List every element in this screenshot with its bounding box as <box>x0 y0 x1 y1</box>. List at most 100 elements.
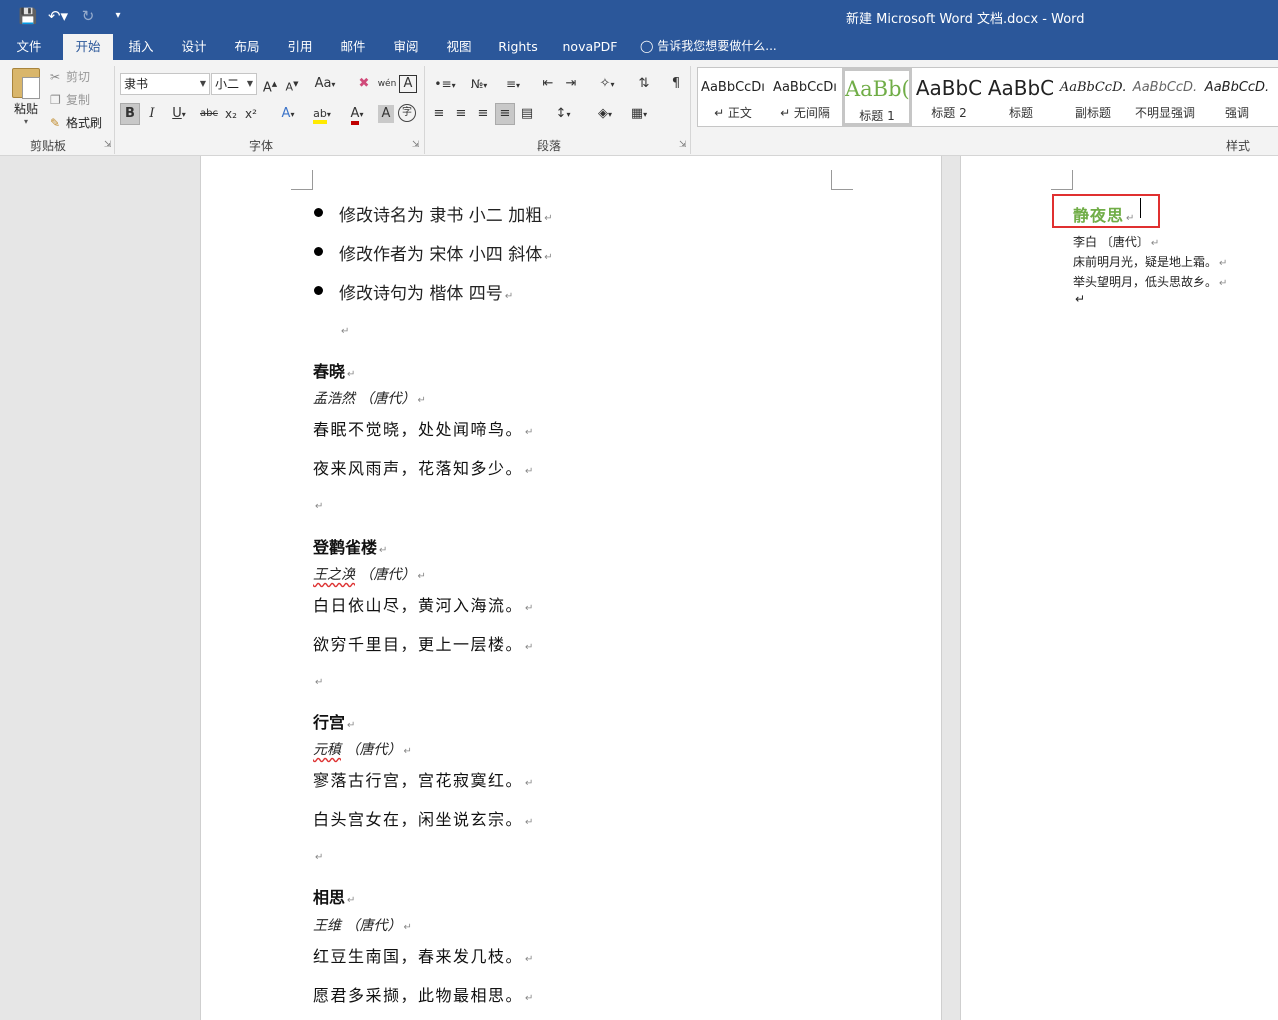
format-painter-button[interactable]: ✎ 格式刷 <box>50 114 102 131</box>
style-heading-1[interactable]: AaBb( 标题 1 <box>842 68 912 126</box>
font-size-combo[interactable]: 小二 ▼ <box>211 73 257 95</box>
clipboard-launcher-icon[interactable]: ⇲ <box>104 140 112 150</box>
bullets-icon[interactable]: •≡▾ <box>430 73 460 95</box>
tab-design[interactable]: 设计 <box>169 34 219 60</box>
char-shading-button[interactable]: A <box>378 105 394 123</box>
poem-verse[interactable]: 床前明月光，疑是地上霜。 ↵ <box>1073 253 1227 270</box>
style-emphasis[interactable]: AaBbCcD. 强调 <box>1202 68 1272 126</box>
show-marks-icon[interactable]: ¶ <box>668 73 684 95</box>
increase-indent-icon[interactable]: ⇥ <box>561 73 581 95</box>
cut-button[interactable]: ✂ 剪切 <box>50 68 90 85</box>
tab-layout[interactable]: 布局 <box>222 34 272 60</box>
tab-view[interactable]: 视图 <box>434 34 484 60</box>
page-2[interactable]: 静夜思 ↵ 李白 〔唐代〕 ↵ 床前明月光，疑是地上霜。 ↵ 举头望明月，低头思故乡。… <box>960 156 1278 1020</box>
paragraph-launcher-icon[interactable]: ⇲ <box>679 140 687 150</box>
customize-icon[interactable]: ▾ <box>106 5 130 27</box>
poem-author[interactable]: 李白 〔唐代〕 ↵ <box>1073 233 1159 250</box>
strikethrough-button[interactable]: abc <box>198 103 220 125</box>
poem-title[interactable]: 行宫 ↵ <box>313 709 355 733</box>
numbering-icon[interactable]: №▾ <box>464 73 494 95</box>
multilevel-list-icon[interactable]: ≡▾ <box>498 73 528 95</box>
poem-author[interactable]: 王维 （唐代） ↵ <box>313 915 412 935</box>
decrease-indent-icon[interactable]: ⇤ <box>538 73 558 95</box>
bold-button[interactable]: B <box>120 103 140 125</box>
poem-verse[interactable]: 夜来风雨声，花落知多少。 ↵ <box>313 455 535 479</box>
poem-verse[interactable]: 愿君多采撷，此物最相思。 ↵ <box>313 982 535 1006</box>
paragraph-group-label: 段落 <box>537 139 562 153</box>
distribute-icon[interactable]: ▤ <box>518 103 536 125</box>
save-icon[interactable]: 💾 <box>16 5 40 27</box>
shrink-font-button[interactable]: A▼ <box>284 73 300 95</box>
bullet-item[interactable]: 修改诗名为 隶书 小二 加粗 ↵ <box>339 201 553 226</box>
tab-rights[interactable]: Rights <box>492 34 544 60</box>
font-color-button[interactable]: A▾ <box>342 103 372 125</box>
align-right-icon[interactable]: ≡ <box>474 103 492 125</box>
phonetic-guide-button[interactable]: wén <box>376 73 398 95</box>
superscript-button[interactable]: x² <box>242 103 260 125</box>
undo-icon[interactable]: ↶▾ <box>46 5 70 27</box>
underline-button[interactable]: U▾ <box>165 103 193 125</box>
justify-icon[interactable]: ≡ <box>495 103 515 125</box>
borders-icon[interactable]: ▦▾ <box>624 103 654 125</box>
paragraph-mark: ↵ <box>1075 292 1086 306</box>
font-name-combo[interactable]: 隶书 ▼ <box>120 73 210 95</box>
poem-verse[interactable]: 白日依山尽，黄河入海流。 ↵ <box>313 592 535 616</box>
poem-title[interactable]: 春晓 ↵ <box>313 358 355 382</box>
bullet-text: 修改作者为 宋体 小四 斜体 <box>339 245 543 265</box>
line-spacing-icon[interactable]: ↕▾ <box>548 103 578 125</box>
poem-verse[interactable]: 举头望明月，低头思故乡。 ↵ <box>1073 273 1227 290</box>
paragraph-mark: ↵ <box>544 213 553 224</box>
poem-author[interactable]: 元稹 （唐代） ↵ <box>313 739 412 759</box>
font-launcher-icon[interactable]: ⇲ <box>412 140 420 150</box>
text-effects-button[interactable]: A▾ <box>274 103 302 125</box>
redo-icon[interactable]: ↻ <box>76 5 100 27</box>
tab-references[interactable]: 引用 <box>275 34 325 60</box>
paste-button[interactable]: 粘贴 ▾ <box>8 66 44 132</box>
poem-verse[interactable]: 红豆生南国，春来发几枝。 ↵ <box>313 943 535 967</box>
char-border-button[interactable]: A <box>399 75 417 93</box>
document-area[interactable]: 修改诗名为 隶书 小二 加粗 ↵ 修改作者为 宋体 小四 斜体 ↵ 修改诗句为 楷体… <box>0 156 1278 1020</box>
tell-me-box[interactable]: ◯ 告诉我您想要做什么... <box>640 34 777 60</box>
subscript-button[interactable]: x₂ <box>222 103 240 125</box>
style-normal[interactable]: AaBbCcDı ↵ 正文 <box>698 68 768 126</box>
poem-title[interactable]: 相思 ↵ <box>313 884 355 908</box>
enclose-char-button[interactable]: 字 <box>398 104 416 122</box>
style-title[interactable]: AaBbC 标题 <box>986 68 1056 126</box>
poem-verse[interactable]: 白头宫女在，闲坐说玄宗。 ↵ <box>313 806 535 830</box>
style-name: 标题 2 <box>931 106 967 120</box>
style-no-spacing[interactable]: AaBbCcDı ↵ 无间隔 <box>770 68 840 126</box>
poem-title[interactable]: 登鹳雀楼 ↵ <box>313 534 387 558</box>
change-case-button[interactable]: Aa▾ <box>310 73 340 95</box>
style-subtitle[interactable]: AaBbCcD. 副标题 <box>1058 68 1128 126</box>
poem-title[interactable]: 静夜思 ↵ <box>1073 202 1135 226</box>
paragraph-mark: ↵ <box>315 677 324 688</box>
poem-verse[interactable]: 欲穷千里目，更上一层楼。 ↵ <box>313 631 535 655</box>
bullet-item[interactable]: 修改诗句为 楷体 四号 ↵ <box>339 279 513 304</box>
tab-file[interactable]: 文件 <box>4 34 54 60</box>
poem-verse[interactable]: 春眠不觉晓，处处闻啼鸟。 ↵ <box>313 416 535 440</box>
chinese-layout-icon[interactable]: ✧▾ <box>592 73 622 95</box>
copy-button[interactable]: ❐ 复制 <box>50 91 90 108</box>
style-subtle-emphasis[interactable]: AaBbCcD. 不明显强调 <box>1130 68 1200 126</box>
align-left-icon[interactable]: ≡ <box>430 103 448 125</box>
poem-author[interactable]: 王之涣 （唐代） ↵ <box>313 564 426 584</box>
bullet-item[interactable]: 修改作者为 宋体 小四 斜体 ↵ <box>339 240 553 265</box>
grow-font-button[interactable]: A▲ <box>262 73 278 95</box>
paragraph-mark: ↵ <box>525 817 535 828</box>
sort-icon[interactable]: ⇅ <box>634 73 654 95</box>
clear-format-icon[interactable]: ✖ <box>354 73 374 95</box>
highlight-button[interactable]: ab▾ <box>306 103 338 125</box>
format-painter-label: 格式刷 <box>66 116 103 130</box>
tab-home[interactable]: 开始 <box>63 34 113 60</box>
page-1[interactable]: 修改诗名为 隶书 小二 加粗 ↵ 修改作者为 宋体 小四 斜体 ↵ 修改诗句为 楷体… <box>200 156 942 1020</box>
tab-review[interactable]: 审阅 <box>381 34 431 60</box>
align-center-icon[interactable]: ≡ <box>452 103 470 125</box>
tab-mailings[interactable]: 邮件 <box>328 34 378 60</box>
poem-verse[interactable]: 寥落古行宫，宫花寂寞红。 ↵ <box>313 767 535 791</box>
tab-novapdf[interactable]: novaPDF <box>557 34 623 60</box>
poem-author[interactable]: 孟浩然 （唐代） ↵ <box>313 388 426 408</box>
tab-insert[interactable]: 插入 <box>116 34 166 60</box>
italic-button[interactable]: I <box>143 103 161 125</box>
style-heading-2[interactable]: AaBbC 标题 2 <box>914 68 984 126</box>
shading-icon[interactable]: ◈▾ <box>590 103 620 125</box>
